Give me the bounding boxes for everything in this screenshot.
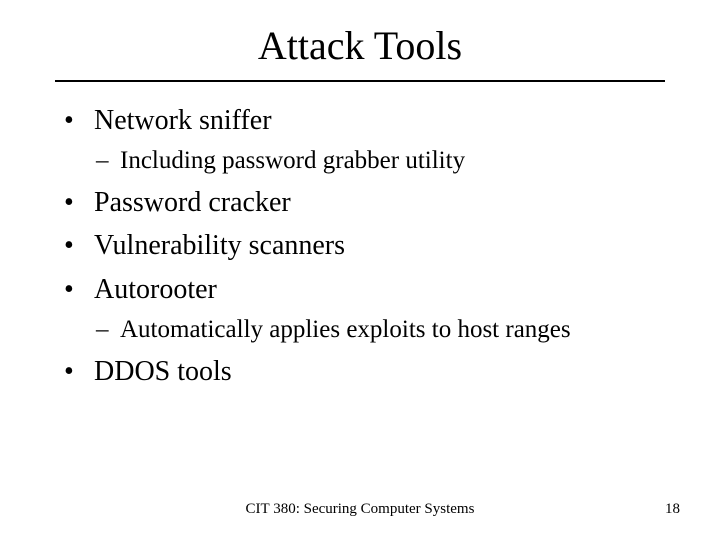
dash-icon: – [96, 144, 120, 178]
list-subitem-text: Including password grabber utility [120, 144, 670, 178]
bullet-icon: • [60, 102, 94, 140]
slide-title: Attack Tools [0, 22, 720, 69]
footer-course: CIT 380: Securing Computer Systems [0, 501, 720, 518]
list-item: • Vulnerability scanners [60, 227, 670, 265]
list-item-text: Network sniffer [94, 102, 670, 140]
list-item-text: Vulnerability scanners [94, 227, 670, 265]
slide: Attack Tools • Network sniffer – Includi… [0, 0, 720, 540]
list-item: • Autorooter [60, 271, 670, 309]
bullet-icon: • [60, 271, 94, 309]
list-item-text: Autorooter [94, 271, 670, 309]
dash-icon: – [96, 313, 120, 347]
list-item-text: DDOS tools [94, 353, 670, 391]
list-subitem: – Automatically applies exploits to host… [96, 313, 670, 347]
slide-body: • Network sniffer – Including password g… [60, 96, 670, 390]
list-subitem-text: Automatically applies exploits to host r… [120, 313, 670, 347]
bullet-icon: • [60, 184, 94, 222]
list-subitem: – Including password grabber utility [96, 144, 670, 178]
bullet-icon: • [60, 353, 94, 391]
bullet-icon: • [60, 227, 94, 265]
list-item: • DDOS tools [60, 353, 670, 391]
list-item: • Network sniffer [60, 102, 670, 140]
list-item-text: Password cracker [94, 184, 670, 222]
page-number: 18 [665, 501, 680, 518]
title-divider [55, 80, 665, 82]
list-item: • Password cracker [60, 184, 670, 222]
